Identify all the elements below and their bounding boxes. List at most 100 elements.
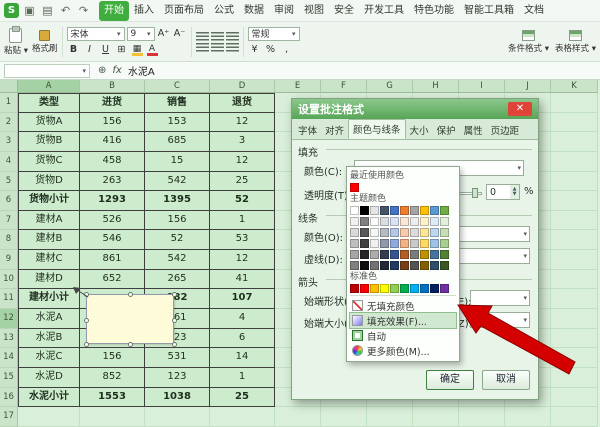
dialog-tab-大小[interactable]: 大小 — [406, 121, 433, 139]
align-bottom-icon[interactable] — [226, 32, 239, 41]
color-swatch[interactable] — [400, 217, 409, 226]
color-swatch[interactable] — [390, 206, 399, 215]
align-right-icon[interactable] — [226, 43, 239, 52]
color-swatch[interactable] — [380, 261, 389, 270]
cell[interactable] — [551, 132, 598, 152]
selection-handle[interactable] — [172, 342, 177, 347]
menu-tab-审阅[interactable]: 审阅 — [269, 1, 299, 21]
number-format-select[interactable]: 常规▾ — [248, 27, 300, 41]
color-swatch[interactable] — [350, 284, 359, 293]
cell[interactable]: 建材小计 — [18, 289, 80, 309]
transparency-slider-handle[interactable] — [472, 188, 478, 198]
cell[interactable]: 546 — [80, 230, 145, 250]
more-colors-option[interactable]: 更多颜色(M)... — [350, 343, 456, 358]
font-size-select[interactable]: 9▾ — [127, 27, 155, 41]
color-swatch[interactable] — [350, 217, 359, 226]
cell[interactable]: 货物D — [18, 172, 80, 192]
color-swatch[interactable] — [360, 206, 369, 215]
cell[interactable]: 12 — [210, 113, 275, 133]
dialog-tab-字体[interactable]: 字体 — [294, 121, 321, 139]
row-header-4[interactable]: 4 — [0, 152, 18, 172]
cell[interactable]: 1 — [210, 211, 275, 231]
color-swatch[interactable] — [440, 261, 449, 270]
color-swatch[interactable] — [370, 206, 379, 215]
cell[interactable] — [321, 407, 367, 427]
align-middle-icon[interactable] — [211, 32, 224, 41]
font-name-select[interactable]: 宋体▾ — [67, 27, 125, 41]
cell[interactable] — [551, 211, 598, 231]
row-header-6[interactable]: 6 — [0, 191, 18, 211]
row-header-9[interactable]: 9 — [0, 250, 18, 270]
cell[interactable] — [551, 368, 598, 388]
menu-tab-插入[interactable]: 插入 — [129, 1, 159, 21]
cell[interactable]: 水泥C — [18, 348, 80, 368]
cell[interactable]: 52 — [145, 230, 210, 250]
cell[interactable]: 建材D — [18, 270, 80, 290]
column-header-F[interactable]: F — [321, 80, 367, 93]
cell[interactable]: 14 — [210, 348, 275, 368]
dialog-tab-保护[interactable]: 保护 — [433, 121, 460, 139]
row-header-10[interactable]: 10 — [0, 270, 18, 290]
color-swatch[interactable] — [370, 228, 379, 237]
percent-format-button[interactable]: % — [264, 43, 278, 57]
cell[interactable]: 水泥D — [18, 368, 80, 388]
menu-tab-数据[interactable]: 数据 — [239, 1, 269, 21]
cell[interactable] — [551, 93, 598, 113]
menu-tab-开发工具[interactable]: 开发工具 — [359, 1, 409, 21]
cell[interactable] — [505, 407, 551, 427]
color-swatch[interactable] — [350, 239, 359, 248]
color-swatch[interactable] — [400, 239, 409, 248]
formula-value[interactable]: 水泥A — [128, 63, 155, 78]
cell[interactable]: 852 — [80, 368, 145, 388]
save-icon[interactable]: ▣ — [22, 4, 37, 17]
arrow-end-style-dropdown[interactable]: ▾ — [470, 290, 530, 306]
cell[interactable]: 货物小计 — [18, 191, 80, 211]
table-style-button[interactable]: 表格样式 ▾ — [555, 30, 596, 54]
cell[interactable] — [551, 329, 598, 349]
cell[interactable]: 861 — [80, 250, 145, 270]
insert-function-icon[interactable]: ⊕ — [98, 65, 106, 76]
row-header-1[interactable]: 1 — [0, 93, 18, 113]
cell[interactable]: 156 — [80, 348, 145, 368]
cell[interactable]: 货物B — [18, 132, 80, 152]
row-header-15[interactable]: 15 — [0, 368, 18, 388]
spinner-arrows-icon[interactable]: ▲▼ — [510, 185, 519, 199]
cell[interactable]: 526 — [80, 211, 145, 231]
column-header-I[interactable]: I — [459, 80, 505, 93]
bold-button[interactable]: B — [67, 43, 81, 57]
selection-handle[interactable] — [84, 292, 89, 297]
cell[interactable] — [551, 289, 598, 309]
color-swatch[interactable] — [380, 228, 389, 237]
color-swatch[interactable] — [410, 228, 419, 237]
color-swatch[interactable] — [380, 206, 389, 215]
cell[interactable]: 水泥小计 — [18, 388, 80, 408]
color-swatch[interactable] — [430, 239, 439, 248]
cell[interactable]: 建材C — [18, 250, 80, 270]
line-style-dropdown[interactable]: ▾ — [456, 226, 530, 242]
color-swatch[interactable] — [430, 228, 439, 237]
column-header-H[interactable]: H — [413, 80, 459, 93]
cell[interactable]: 12 — [210, 250, 275, 270]
color-swatch[interactable] — [410, 206, 419, 215]
cell[interactable]: 销售 — [145, 93, 210, 113]
menu-tab-特色功能[interactable]: 特色功能 — [409, 1, 459, 21]
color-swatch[interactable] — [390, 284, 399, 293]
cell[interactable]: 1038 — [145, 388, 210, 408]
color-swatch[interactable] — [420, 217, 429, 226]
cell[interactable]: 1293 — [80, 191, 145, 211]
cell[interactable]: 12 — [210, 152, 275, 172]
cell[interactable]: 退货 — [210, 93, 275, 113]
menu-tab-页面布局[interactable]: 页面布局 — [159, 1, 209, 21]
cell[interactable]: 1553 — [80, 388, 145, 408]
color-swatch[interactable] — [440, 239, 449, 248]
color-swatch[interactable] — [380, 217, 389, 226]
dialog-tab-页边距[interactable]: 页边距 — [487, 121, 524, 139]
cell[interactable]: 542 — [145, 172, 210, 192]
column-header-K[interactable]: K — [551, 80, 598, 93]
row-header-8[interactable]: 8 — [0, 230, 18, 250]
cell[interactable]: 货物C — [18, 152, 80, 172]
color-swatch[interactable] — [390, 261, 399, 270]
cell[interactable]: 652 — [80, 270, 145, 290]
redo-icon[interactable]: ↷ — [76, 4, 91, 17]
cell[interactable]: 531 — [145, 348, 210, 368]
